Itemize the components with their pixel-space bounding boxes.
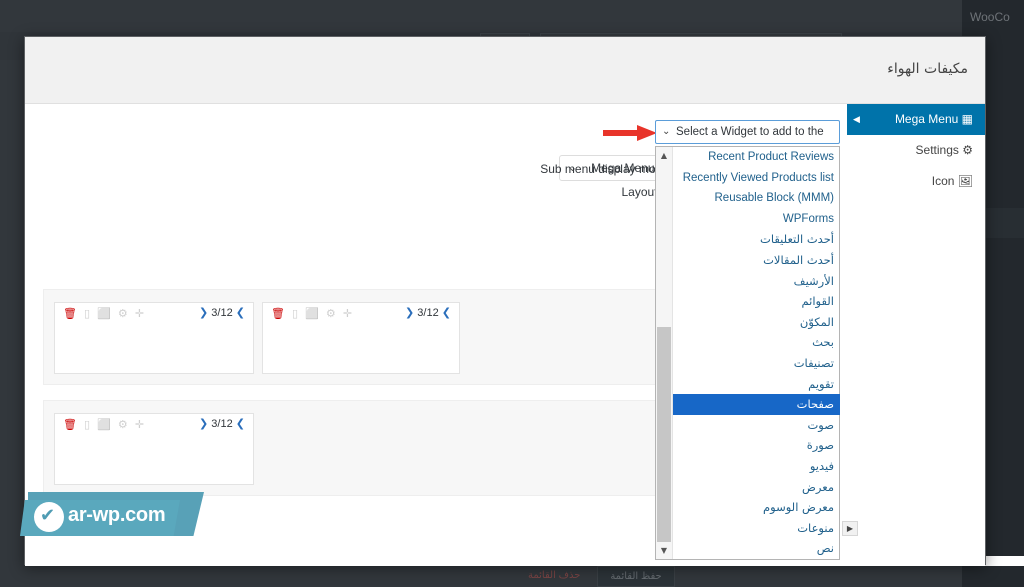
widget-option[interactable]: Recently Viewed Products list <box>673 168 840 189</box>
widget-option[interactable]: Reusable Block (MMM) <box>673 188 840 209</box>
widget-card[interactable]: 🗑 ▯ ⬜ ⚙ ✛ ❯ 3/12 ❮ <box>54 302 254 374</box>
watermark-logo-icon: ✔ <box>34 502 64 532</box>
tab-mega-menu-label: Mega Menu <box>895 104 958 135</box>
tab-icon[interactable]: 🖼 Icon <box>845 166 985 197</box>
horizontal-scroll-right-icon[interactable]: ▶ <box>842 521 858 536</box>
modal-tab-rail: ◀ ▦ Mega Menu ⚙ Settings 🖼 Icon <box>845 104 985 566</box>
widget-select-dropdown[interactable]: ⌄ Select a Widget to add to the panel ▲ … <box>655 120 840 560</box>
widget-option[interactable]: القوائم <box>673 291 840 312</box>
watermark-check-glyph: ✔ <box>40 506 55 524</box>
settings-icon[interactable]: ⚙ <box>118 308 130 320</box>
collapse-caret-icon: ◀ <box>853 104 860 135</box>
widget-card[interactable]: 🗑 ▯ ⬜ ⚙ ✛ ❯ 3/12 ❮ <box>54 413 254 485</box>
gear-icon: ⚙ <box>962 135 973 166</box>
widget-card[interactable]: 🗑 ▯ ⬜ ⚙ ✛ ❯ 3/12 ❮ <box>262 302 460 374</box>
widget-option[interactable]: بحث <box>673 332 840 353</box>
widget-card-icons[interactable]: 🗑 ▯ ⬜ ⚙ ✛ <box>63 307 146 320</box>
widget-card-span[interactable]: ❯ 3/12 ❮ <box>199 417 245 430</box>
grid-icon: ▦ <box>962 104 973 135</box>
span-value: 3/12 <box>211 418 232 430</box>
widget-option[interactable]: أحدث التعليقات <box>673 229 840 250</box>
tab-icon-label: Icon <box>932 166 955 197</box>
sub-menu-display-mode-label: Sub menu display mode <box>540 162 669 176</box>
widget-option[interactable]: الأرشيف <box>673 271 840 292</box>
delete-menu-link[interactable]: حذف القائمة <box>528 570 580 581</box>
span-decrease-icon[interactable]: ❯ <box>199 418 208 430</box>
widget-select-trigger[interactable]: ⌄ Select a Widget to add to the panel <box>655 120 840 144</box>
page-title: مكيفات الهواء <box>887 61 968 77</box>
span-value: 3/12 <box>417 307 438 319</box>
move-icon[interactable]: ✛ <box>135 308 146 320</box>
widget-card-icons[interactable]: 🗑 ▯ ⬜ ⚙ ✛ <box>271 307 354 320</box>
move-icon[interactable]: ✛ <box>135 419 146 431</box>
widget-option[interactable]: صفحات <box>673 394 840 415</box>
widget-option-list[interactable]: ▲ ▼ Recent Product ReviewsRecently Viewe… <box>655 146 840 560</box>
scroll-down-icon[interactable]: ▼ <box>656 542 672 559</box>
widget-option[interactable]: تقويم <box>673 374 840 395</box>
save-menu-label: حفظ القائمة <box>598 567 674 586</box>
watermark: ✔ ar-wp.com <box>20 492 212 540</box>
widget-card-span[interactable]: ❯ 3/12 ❮ <box>405 306 451 319</box>
span-value: 3/12 <box>211 307 232 319</box>
settings-icon[interactable]: ⚙ <box>326 308 338 320</box>
widget-option[interactable]: معرض <box>673 477 840 498</box>
widget-option[interactable]: أحدث المقالات <box>673 250 840 271</box>
image-icon: 🖼 <box>958 166 973 197</box>
chevron-down-icon: ⌄ <box>662 121 670 143</box>
mobile-icon[interactable]: ▯ <box>84 419 92 431</box>
widget-options-container: Recent Product ReviewsRecently Viewed Pr… <box>673 147 840 559</box>
desktop-icon[interactable]: ⬜ <box>97 308 113 320</box>
widget-card-span[interactable]: ❯ 3/12 ❮ <box>199 306 245 319</box>
widget-option[interactable]: WPForms <box>673 209 840 230</box>
widget-option[interactable]: Recent Product Reviews <box>673 147 840 168</box>
delete-icon[interactable]: 🗑 <box>271 308 287 320</box>
widget-option[interactable]: صوت <box>673 415 840 436</box>
widget-option[interactable]: نص <box>673 538 840 559</box>
tab-mega-menu[interactable]: ◀ ▦ Mega Menu <box>845 104 985 135</box>
admin-sidebar-title: WooCo <box>970 10 1010 24</box>
span-increase-icon[interactable]: ❮ <box>442 307 451 319</box>
desktop-icon[interactable]: ⬜ <box>305 308 321 320</box>
tab-settings-label: Settings <box>916 135 959 166</box>
widget-option[interactable]: فيديو <box>673 456 840 477</box>
span-decrease-icon[interactable]: ❯ <box>405 307 414 319</box>
widget-option[interactable]: المكوّن <box>673 312 840 333</box>
mega-menu-modal: مكيفات الهواء ◀ ▦ Mega Menu ⚙ Settings 🖼… <box>24 36 986 565</box>
scroll-up-icon[interactable]: ▲ <box>656 147 672 164</box>
widget-card-toolbar: 🗑 ▯ ⬜ ⚙ ✛ ❯ 3/12 ❮ <box>263 303 459 325</box>
backdrop-top-bar <box>0 0 1024 32</box>
modal-header <box>25 37 985 104</box>
widget-card-icons[interactable]: 🗑 ▯ ⬜ ⚙ ✛ <box>63 418 146 431</box>
watermark-text: ar-wp.com <box>68 504 165 527</box>
widget-option[interactable]: منوعات <box>673 518 840 539</box>
span-decrease-icon[interactable]: ❯ <box>199 307 208 319</box>
mega-menu-row[interactable]: 🗑 ▯ ⬜ ⚙ ✛ ❯ 3/12 ❮ <box>43 400 693 496</box>
mega-menu-row[interactable]: 🗑 ▯ ⬜ ⚙ ✛ ❯ 3/12 ❮ 🗑 <box>43 289 693 385</box>
tab-settings[interactable]: ⚙ Settings <box>845 135 985 166</box>
span-increase-icon[interactable]: ❮ <box>236 418 245 430</box>
mobile-icon[interactable]: ▯ <box>292 308 300 320</box>
span-increase-icon[interactable]: ❮ <box>236 307 245 319</box>
dropdown-vertical-scrollbar[interactable]: ▲ ▼ <box>656 147 673 559</box>
save-menu-button[interactable]: حفظ القائمة <box>597 566 675 587</box>
desktop-icon[interactable]: ⬜ <box>97 419 113 431</box>
widget-option[interactable]: تصنيفات <box>673 353 840 374</box>
widget-card-toolbar: 🗑 ▯ ⬜ ⚙ ✛ ❯ 3/12 ❮ <box>55 303 253 325</box>
scrollbar-thumb[interactable] <box>657 327 671 542</box>
delete-icon[interactable]: 🗑 <box>63 308 79 320</box>
widget-option[interactable]: معرض الوسوم <box>673 497 840 518</box>
widget-card-toolbar: 🗑 ▯ ⬜ ⚙ ✛ ❯ 3/12 ❮ <box>55 414 253 436</box>
delete-icon[interactable]: 🗑 <box>63 419 79 431</box>
mobile-icon[interactable]: ▯ <box>84 308 92 320</box>
move-icon[interactable]: ✛ <box>343 308 354 320</box>
widget-option[interactable]: صورة <box>673 435 840 456</box>
settings-icon[interactable]: ⚙ <box>118 419 130 431</box>
